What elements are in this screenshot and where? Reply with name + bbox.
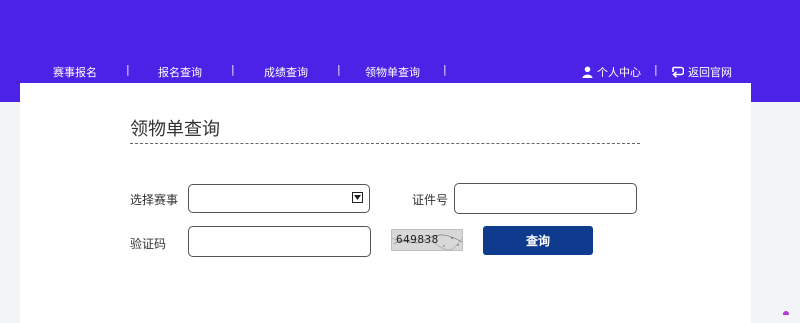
- id-number-input[interactable]: [455, 184, 636, 213]
- captcha-text: 649838: [396, 233, 439, 246]
- nav-separator: |: [654, 63, 658, 76]
- top-nav: 赛事报名 | 报名查询 | 成绩查询 | 领物单查询 | 个人中心 | 返回官网: [0, 60, 800, 82]
- captcha-image[interactable]: 649838: [391, 229, 463, 251]
- back-home-label: 返回官网: [688, 66, 732, 79]
- dropdown-arrow-icon[interactable]: [352, 192, 363, 203]
- nav-item-registration-query[interactable]: 报名查询: [158, 64, 202, 80]
- nav-separator: |: [126, 63, 130, 76]
- page-title: 领物单查询: [130, 119, 220, 140]
- nav-separator: |: [231, 63, 235, 76]
- nav-item-event-registration[interactable]: 赛事报名: [53, 64, 97, 80]
- id-number-field[interactable]: [454, 183, 637, 214]
- captcha-input[interactable]: [189, 227, 370, 256]
- user-icon: [582, 66, 593, 78]
- personal-center-link[interactable]: 个人中心: [582, 64, 641, 80]
- nav-separator: |: [337, 63, 341, 76]
- return-icon: [671, 66, 684, 78]
- query-button[interactable]: 查询: [483, 226, 593, 255]
- captcha-label: 验证码: [130, 237, 167, 251]
- captcha-field[interactable]: [188, 226, 371, 257]
- nav-separator: |: [443, 63, 447, 76]
- back-home-link[interactable]: 返回官网: [671, 64, 732, 80]
- corner-decoration: [783, 311, 789, 315]
- nav-item-score-query[interactable]: 成绩查询: [264, 64, 308, 80]
- event-select[interactable]: [188, 184, 370, 213]
- content-card: 领物单查询 选择赛事 证件号 验证码 649838 查询: [20, 83, 751, 323]
- nav-item-pickup-query[interactable]: 领物单查询: [365, 64, 420, 80]
- title-divider: [130, 143, 640, 144]
- event-label: 选择赛事: [130, 193, 179, 207]
- personal-center-label: 个人中心: [597, 66, 641, 79]
- id-number-label: 证件号: [412, 193, 449, 207]
